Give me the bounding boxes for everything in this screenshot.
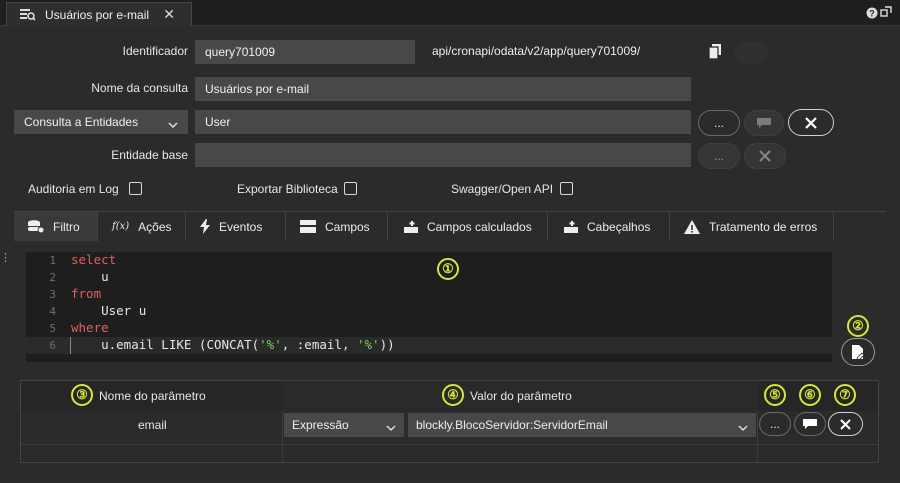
entidade-base-clear-button[interactable] bbox=[744, 143, 786, 169]
line-number: 3 bbox=[49, 288, 56, 301]
marker-4: ④ bbox=[442, 384, 464, 406]
entity-comment-button[interactable] bbox=[744, 110, 784, 136]
entidade-base-label: Entidade base bbox=[111, 148, 188, 162]
identificador-field[interactable]: query701009 bbox=[195, 40, 415, 64]
line-number: 4 bbox=[49, 305, 56, 318]
param-type-value: Expressão bbox=[292, 418, 349, 432]
tab-label: Tratamento de erros bbox=[709, 219, 818, 234]
close-icon bbox=[840, 418, 851, 430]
identificador-label: Identificador bbox=[122, 44, 188, 58]
document-tab[interactable]: Usuários por e-mail ✕ bbox=[6, 2, 192, 26]
column-divider bbox=[757, 410, 758, 462]
entidade-base-more-button[interactable]: ... bbox=[698, 143, 740, 169]
comment-icon bbox=[757, 118, 771, 128]
generate-doc-button[interactable] bbox=[841, 338, 875, 366]
close-tab-icon[interactable]: ✕ bbox=[163, 6, 175, 23]
tab-acoes[interactable]: f(x) Ações bbox=[98, 212, 186, 241]
tab-campos[interactable]: Campos bbox=[286, 212, 388, 241]
chevron-down-icon bbox=[386, 421, 396, 435]
exportar-label: Exportar Biblioteca bbox=[237, 182, 338, 196]
drag-handle-icon[interactable]: ⋮ bbox=[0, 251, 11, 264]
column-divider bbox=[282, 410, 283, 462]
code-line: User u bbox=[71, 303, 147, 318]
nome-consulta-field[interactable]: Usuários por e-mail bbox=[195, 77, 691, 101]
line-number: 1 bbox=[49, 254, 56, 267]
swagger-label: Swagger/Open API bbox=[451, 182, 554, 196]
document-tab-title: Usuários por e-mail bbox=[45, 7, 150, 22]
marker-7: ⑦ bbox=[834, 384, 856, 406]
tab-label: Campos bbox=[325, 219, 370, 234]
warning-icon bbox=[684, 219, 700, 234]
col-header-name: Nome do parâmetro bbox=[99, 389, 206, 403]
param-value-select[interactable]: blockly.BlocoServidor:ServidorEmail bbox=[408, 413, 756, 437]
param-clear-button[interactable] bbox=[828, 412, 863, 436]
lightning-icon bbox=[200, 219, 210, 234]
add-table-icon bbox=[562, 220, 578, 233]
param-value: blockly.BlocoServidor:ServidorEmail bbox=[416, 418, 608, 432]
param-more-button[interactable]: ... bbox=[759, 412, 791, 436]
copy-icon[interactable] bbox=[708, 44, 722, 63]
swagger-checkbox[interactable] bbox=[560, 182, 573, 195]
endpoint-path: api/cronapi/odata/v2/app/query701009/ bbox=[432, 44, 641, 58]
sql-editor[interactable]: 1 2 3 4 5 6 select u from User u where u… bbox=[26, 252, 832, 362]
param-name: email bbox=[138, 418, 167, 432]
line-number: 2 bbox=[49, 271, 56, 284]
code-line: u bbox=[71, 269, 109, 284]
table-icon bbox=[300, 220, 316, 233]
chevron-down-icon bbox=[168, 118, 178, 132]
code-line: select bbox=[71, 252, 117, 267]
database-icon bbox=[28, 220, 44, 233]
auditoria-label: Auditoria em Log bbox=[28, 182, 119, 196]
entity-more-button[interactable]: ... bbox=[698, 110, 740, 136]
comment-icon bbox=[803, 419, 817, 429]
marker-6: ⑥ bbox=[799, 384, 821, 406]
tab-tratamento-erros[interactable]: Tratamento de erros bbox=[670, 212, 834, 241]
restore-icon[interactable] bbox=[880, 6, 892, 21]
close-icon bbox=[805, 116, 817, 129]
add-table-icon bbox=[402, 220, 418, 233]
document-edit-icon bbox=[852, 345, 864, 359]
param-comment-button[interactable] bbox=[794, 412, 826, 436]
marker-5: ⑤ bbox=[764, 384, 786, 406]
code-line: from bbox=[71, 286, 102, 301]
entity-clear-button[interactable] bbox=[788, 109, 834, 136]
tab-label: Ações bbox=[138, 219, 172, 234]
tab-cabecalhos[interactable]: Cabeçalhos bbox=[548, 212, 670, 241]
nome-consulta-label: Nome da consulta bbox=[91, 81, 188, 95]
close-icon bbox=[759, 150, 771, 162]
marker-1: ① bbox=[437, 258, 459, 280]
code-line: where bbox=[71, 320, 109, 335]
query-icon bbox=[20, 8, 36, 24]
tab-label: Eventos bbox=[219, 219, 263, 234]
exportar-checkbox[interactable] bbox=[344, 182, 357, 195]
marker-3: ③ bbox=[71, 384, 93, 406]
col-header-value: Valor do parâmetro bbox=[470, 389, 572, 403]
param-type-select[interactable]: Expressão bbox=[284, 413, 404, 437]
code-line: u.email LIKE (CONCAT('%', :email, '%')) bbox=[71, 337, 395, 352]
tab-eventos[interactable]: Eventos bbox=[186, 212, 286, 241]
tab-campos-calculados[interactable]: Campos calculados bbox=[388, 212, 548, 241]
entity-field[interactable]: User bbox=[195, 110, 691, 134]
tab-label: Cabeçalhos bbox=[587, 219, 651, 234]
help-icon[interactable]: ? bbox=[866, 7, 878, 22]
entidade-base-field[interactable] bbox=[195, 143, 691, 167]
table-row[interactable]: email Expressão blockly.BlocoServidor:Se… bbox=[21, 411, 878, 445]
tab-filtro[interactable]: Filtro bbox=[14, 212, 98, 241]
chevron-down-icon bbox=[738, 421, 748, 435]
auditoria-checkbox[interactable] bbox=[129, 182, 142, 195]
tab-label: Filtro bbox=[53, 219, 80, 234]
function-icon: f(x) bbox=[112, 221, 130, 232]
consulta-type-select[interactable]: Consulta a Entidades bbox=[14, 110, 188, 134]
marker-2: ② bbox=[847, 315, 869, 337]
copy-toggle[interactable] bbox=[734, 42, 768, 64]
tab-label: Campos calculados bbox=[427, 219, 532, 234]
line-number: 6 bbox=[49, 339, 56, 352]
consulta-type-value: Consulta a Entidades bbox=[24, 115, 139, 129]
line-number: 5 bbox=[49, 322, 56, 335]
svg-text:?: ? bbox=[869, 9, 875, 19]
section-tabs: Filtro f(x) Ações Eventos Campos Campos … bbox=[14, 211, 886, 241]
